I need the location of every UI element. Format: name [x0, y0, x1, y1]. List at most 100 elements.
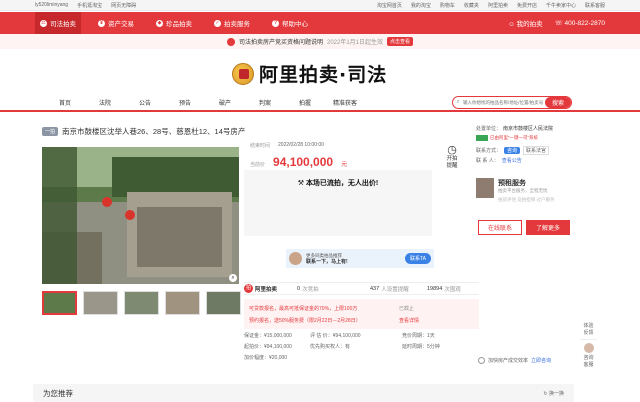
consult-now-link[interactable]: 立即咨询	[531, 357, 551, 364]
feedback-button[interactable]: 体验 反馈	[580, 322, 597, 336]
seller-center-link[interactable]: 千牛卖家中心	[546, 2, 576, 9]
contact-person-label: 联 系 人：	[476, 157, 499, 164]
clock-icon: ◷	[447, 144, 457, 156]
tab-judicial-auction[interactable]: ⚖ 司法拍卖	[35, 12, 81, 34]
thumbnail-1[interactable]	[42, 291, 77, 315]
pre-rent-service[interactable]: 预租服务 拍卖平台服务，全程无忧 拍前评估 竞拍担保 过户服务	[476, 178, 555, 203]
consult-service-button[interactable]: 咨询 客服	[580, 343, 597, 368]
nav-bankruptcy[interactable]: 破产	[205, 98, 245, 107]
main-photo[interactable]: ⌕	[42, 147, 239, 284]
listing-title-row: 一拍 南京市鼓楼区沈举人巷26、28号、慈恩杜12、14号房产	[42, 126, 245, 137]
contact-judge-button[interactable]: 联系法官	[523, 145, 550, 155]
notice-text: 司法拍卖房产竞买资格问题说明	[238, 40, 323, 46]
auction-info: 结束时间 2022/02/28 10:00:00 当前价 94,100,000 …	[250, 140, 430, 169]
loan-offer-status: 已截止	[398, 305, 414, 312]
court-emblem-icon	[232, 62, 254, 85]
phone-icon: ☏	[554, 20, 565, 27]
ad-line-2: 联系一下，马上有!	[306, 258, 348, 265]
thumbnail-3[interactable]	[124, 291, 159, 315]
end-time-value: 2022/02/28 10:00:00	[278, 142, 324, 148]
start-reminder[interactable]: ◷ 开拍提醒	[437, 143, 467, 170]
consult-row: 加快房产成交效率 立即咨询	[478, 357, 551, 364]
thumbnail-5[interactable]	[206, 291, 241, 315]
tab-auction-service[interactable]: ✓ 拍卖服务	[209, 12, 255, 34]
search-box: ⌕ 搜索	[452, 96, 572, 109]
notice-icon	[226, 37, 235, 46]
auction-details: 保证金：¥15,000,000 评 估 价：¥94,100,000 竞价周期：1…	[244, 330, 479, 363]
accessibility-link[interactable]: 网页无障碍	[111, 2, 136, 9]
tab-help-center[interactable]: ? 帮助中心	[267, 12, 313, 34]
ali-auction-name: 阿里拍卖	[255, 286, 278, 293]
disposal-court[interactable]: 南京市鼓楼区人民法院	[503, 125, 553, 132]
floating-sidebar: 体验 反馈 咨询 客服	[580, 322, 597, 368]
court-info-panel: 处置单位： 南京市鼓楼区人民法院 已由阿里“一键一司”系统 联系方式： 咨询 联…	[476, 124, 576, 165]
taobao-home-link[interactable]: 淘宝网首页	[377, 2, 402, 9]
bid-increment: 加价幅度：¥20,000	[244, 355, 288, 361]
search-icon: ⌕	[456, 99, 460, 105]
ali-auction-icon: 拍	[244, 284, 253, 293]
contact-label: 联系方式：	[476, 147, 502, 154]
agent-avatar	[289, 252, 302, 265]
service-photo	[476, 178, 494, 198]
user-icon: ☺	[508, 21, 517, 28]
my-taobao-link[interactable]: 我的淘宝	[411, 2, 431, 9]
service-avatar-icon	[583, 343, 594, 353]
search-input[interactable]	[463, 100, 545, 105]
end-time-label: 结束时间	[250, 142, 271, 149]
agent-ad-banner[interactable]: 更多同类拍品推荐 联系一下，马上有! 联系TA	[286, 249, 434, 268]
service-features: 拍前评估 竞拍担保 过户服务	[498, 197, 555, 202]
bidding-cycle: 竞价周期：1天	[402, 333, 435, 339]
nav-preview[interactable]: 预告	[165, 98, 205, 107]
notice-view-button[interactable]: 点击查看	[387, 37, 414, 46]
site-logo[interactable]: 阿里拍卖·司法	[232, 60, 387, 87]
appraisal: 评 估 价：¥94,100,000	[310, 333, 361, 339]
current-price-label: 当前价	[250, 162, 266, 168]
notice-strip[interactable]: 司法拍卖房产竞买资格问题说明 2022年1月1日起生效 点击查看	[0, 34, 640, 49]
contact-button[interactable]: 咨询	[504, 146, 521, 154]
learn-more-button[interactable]: 了解更多	[526, 220, 570, 235]
notice-date: 2022年1月1日起生效	[326, 40, 384, 46]
cart-link[interactable]: 购物车	[440, 2, 455, 9]
verified-badge	[476, 135, 488, 141]
service-sub: 拍卖平台服务，全程无忧	[498, 188, 548, 193]
nav-paiwo[interactable]: 拍握	[285, 98, 325, 107]
nav-announcements[interactable]: 公告	[125, 98, 165, 107]
hotline: ☏ 400-822-2870	[554, 20, 605, 27]
mobile-link[interactable]: 手机逛淘宝	[77, 2, 102, 9]
search-button[interactable]: 搜索	[545, 97, 571, 108]
user-name[interactable]: ly520liminyang	[35, 2, 68, 9]
ali-auction-link[interactable]: 阿里拍卖	[488, 2, 508, 9]
tab-treasure-auction[interactable]: ◆ 珍品拍卖	[151, 12, 197, 34]
bid-count: 0	[297, 285, 301, 292]
favorites-link[interactable]: 收藏夹	[464, 2, 479, 9]
main-category-bar: ⚖ 司法拍卖 ¥ 资产交易 ◆ 珍品拍卖 ✓ 拍卖服务 ? 帮助中心 ☺ 我的拍卖 ☏ 4…	[0, 12, 640, 34]
nav-home[interactable]: 首页	[45, 98, 85, 107]
gavel-icon: ⚖	[40, 19, 47, 27]
refresh-button[interactable]: ↻ 换一换	[543, 390, 564, 397]
thumbnail-2[interactable]	[83, 291, 118, 315]
preemptive-right: 优先购买权人：有	[310, 344, 351, 350]
recommend-title: 为您推荐	[43, 388, 73, 398]
disposal-label: 处置单位：	[476, 125, 502, 132]
zoom-icon[interactable]: ⌕	[229, 274, 237, 282]
contact-agent-button[interactable]: 联系TA	[404, 253, 431, 264]
reminder-count: 437	[370, 285, 380, 292]
view-details-link[interactable]: 查看详情	[399, 317, 419, 324]
thumbnail-4[interactable]	[165, 291, 200, 315]
help-icon: ?	[272, 19, 279, 27]
current-price: 94,100,000	[273, 155, 334, 169]
nav-courts[interactable]: 法院	[85, 98, 125, 107]
stats-row: 拍 阿里拍卖 0 次竞拍 437 人设置提醒 19894 次围观	[244, 282, 479, 295]
shield-icon	[478, 357, 485, 364]
top-utility-bar: ly520liminyang 手机逛淘宝 网页无障碍 淘宝网首页 我的淘宝 购物…	[0, 0, 640, 11]
price-unit: 元	[341, 162, 348, 168]
nav-lead-gen[interactable]: 精准获客	[325, 98, 365, 107]
starting-price: 起拍价：¥94,100,000	[244, 344, 292, 350]
nav-cases[interactable]: 判案	[245, 98, 285, 107]
online-contact-button[interactable]: 在线联系	[478, 220, 522, 235]
my-auction-link[interactable]: ☺ 我的拍卖	[508, 18, 542, 28]
view-announcement-link[interactable]: 查看公告	[502, 157, 522, 164]
tab-asset-trade[interactable]: ¥ 资产交易	[93, 12, 139, 34]
open-store-link[interactable]: 免费开店	[517, 2, 537, 9]
customer-service-link[interactable]: 联系客服	[585, 2, 605, 9]
